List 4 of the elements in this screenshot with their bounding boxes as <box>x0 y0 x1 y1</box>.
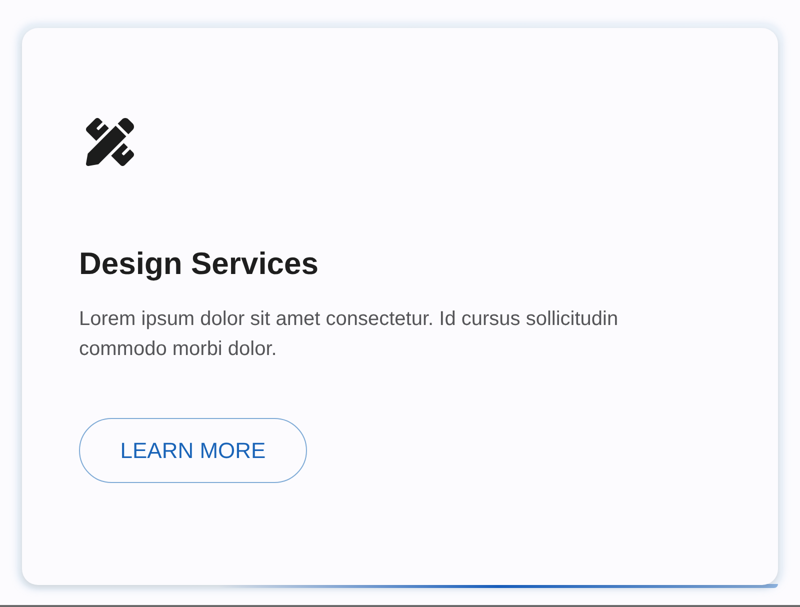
learn-more-button[interactable]: LEARN MORE <box>79 418 307 483</box>
card-title: Design Services <box>79 246 319 282</box>
card-description: Lorem ipsum dolor sit amet consectetur. Id cursus sollicitudin commodo morbi dolor. <box>79 307 620 362</box>
pencil-ruler-icon <box>86 118 134 166</box>
